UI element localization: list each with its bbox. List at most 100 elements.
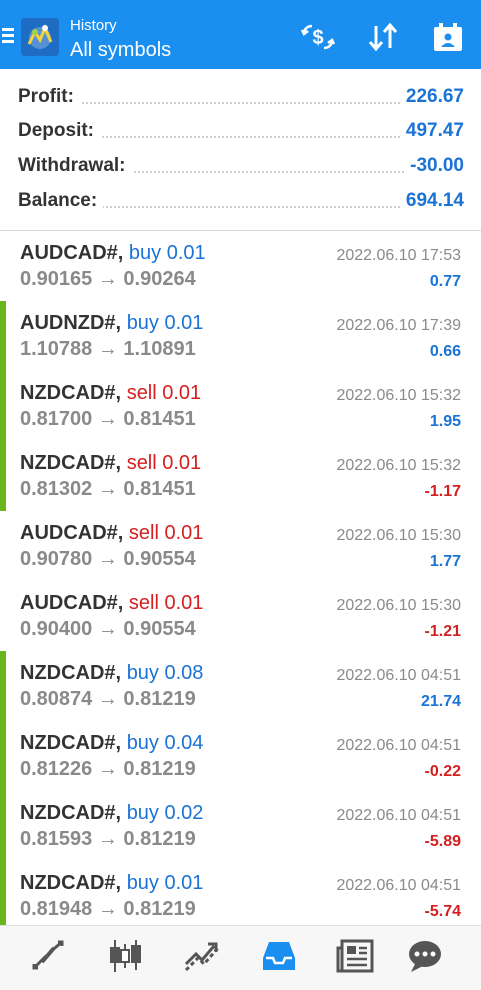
- trade-symbol: NZDCAD#, buy 0.02: [20, 802, 203, 825]
- history-summary: Profit: 226.67 Deposit: 497.47 Withdrawa…: [0, 69, 481, 231]
- trade-symbol: AUDNZD#, buy 0.01: [20, 312, 203, 335]
- symbol-name: NZDCAD#,: [20, 452, 122, 474]
- trade-marker: [0, 721, 6, 791]
- summary-label: Balance:: [18, 190, 104, 212]
- trade-marker: [0, 371, 6, 441]
- trade-time: 2022.06.10 15:30: [336, 527, 461, 544]
- trade-action: buy 0.02: [126, 802, 204, 824]
- summary-row-deposit: Deposit: 497.47: [18, 120, 464, 146]
- trade-time: 2022.06.10 15:32: [336, 387, 461, 404]
- trade-prices: 0.81593 → 0.81219: [20, 828, 196, 850]
- trade-prices: 0.81948 → 0.81219: [20, 898, 196, 920]
- trade-symbol: NZDCAD#, sell 0.01: [20, 452, 201, 475]
- trade-profit: 1.95: [429, 413, 461, 430]
- chart-icon[interactable]: [105, 938, 145, 974]
- summary-label: Withdrawal:: [18, 155, 132, 177]
- trade-prices: 1.10788 → 1.10891: [20, 338, 196, 360]
- summary-row-profit: Profit: 226.67: [18, 86, 464, 112]
- svg-text:$: $: [312, 27, 323, 49]
- trade-symbol: NZDCAD#, sell 0.01: [20, 382, 201, 405]
- trade-time: 2022.06.10 04:51: [336, 667, 461, 684]
- symbol-name: AUDNZD#,: [20, 312, 122, 334]
- symbol-name: NZDCAD#,: [20, 872, 122, 894]
- trade-time: 2022.06.10 15:32: [336, 457, 461, 474]
- trade-profit: -5.89: [424, 833, 461, 850]
- trade-profit: -1.21: [424, 623, 461, 640]
- trade-symbol: NZDCAD#, buy 0.08: [20, 662, 203, 685]
- trade-profit: 0.66: [429, 343, 461, 360]
- currency-exchange-icon[interactable]: $: [300, 22, 336, 52]
- summary-value: 694.14: [399, 190, 464, 212]
- trade-row[interactable]: NZDCAD#, buy 0.08 0.80874 → 0.81219 2022.0…: [0, 651, 481, 722]
- sort-icon[interactable]: [366, 22, 402, 52]
- chat-icon[interactable]: [405, 938, 445, 974]
- trade-time: 2022.06.10 17:39: [336, 317, 461, 334]
- trade-row[interactable]: AUDNZD#, buy 0.01 1.10788 → 1.10891 2022.0…: [0, 301, 481, 372]
- trade-prices: 0.80874 → 0.81219: [20, 688, 196, 710]
- trade-action: buy 0.01: [128, 242, 206, 264]
- trade-time: 2022.06.10 15:30: [336, 597, 461, 614]
- trade-marker: [0, 861, 6, 931]
- symbol-name: AUDCAD#,: [20, 592, 124, 614]
- trade-profit: 21.74: [420, 693, 461, 710]
- app-logo-icon: [21, 18, 59, 56]
- calendar-icon[interactable]: [430, 22, 466, 52]
- trade-prices: 0.81302 → 0.81451: [20, 478, 196, 500]
- history-icon[interactable]: [259, 938, 299, 974]
- trade-action: buy 0.08: [126, 662, 204, 684]
- top-app-bar: History All symbols $: [0, 0, 481, 69]
- trade-row[interactable]: NZDCAD#, buy 0.01 0.81948 → 0.81219 2022.0…: [0, 861, 481, 932]
- trade-icon[interactable]: [182, 938, 222, 974]
- trade-profit: -5.74: [424, 903, 461, 920]
- trade-symbol: AUDCAD#, sell 0.01: [20, 522, 203, 545]
- trade-row[interactable]: AUDCAD#, buy 0.01 0.90165 → 0.90264 2022.0…: [0, 231, 481, 302]
- trade-symbol: NZDCAD#, buy 0.04: [20, 732, 203, 755]
- trade-time: 2022.06.10 04:51: [336, 877, 461, 894]
- trade-prices: 0.81226 → 0.81219: [20, 758, 196, 780]
- summary-value: -30.00: [404, 155, 464, 177]
- menu-icon[interactable]: [2, 28, 14, 44]
- trade-action: buy 0.01: [126, 872, 204, 894]
- trade-action: sell 0.01: [126, 382, 202, 404]
- summary-label: Deposit:: [18, 120, 100, 142]
- trade-prices: 0.90400 → 0.90554: [20, 618, 196, 640]
- trade-profit: 0.77: [429, 273, 461, 290]
- bottom-navigation: [0, 925, 481, 990]
- symbol-name: AUDCAD#,: [20, 522, 124, 544]
- summary-value: 226.67: [399, 86, 464, 108]
- trade-row[interactable]: NZDCAD#, buy 0.04 0.81226 → 0.81219 2022.0…: [0, 721, 481, 792]
- screen-title[interactable]: All symbols: [70, 39, 171, 62]
- trade-symbol: AUDCAD#, sell 0.01: [20, 592, 203, 615]
- summary-row-balance: Balance: 694.14: [18, 190, 464, 216]
- trade-prices: 0.90780 → 0.90554: [20, 548, 196, 570]
- trade-marker: [0, 441, 6, 511]
- trade-prices: 0.90165 → 0.90264: [20, 268, 196, 290]
- trade-row[interactable]: NZDCAD#, buy 0.02 0.81593 → 0.81219 2022.0…: [0, 791, 481, 862]
- trade-row[interactable]: AUDCAD#, sell 0.01 0.90400 → 0.90554 2022.…: [0, 581, 481, 652]
- trade-row[interactable]: AUDCAD#, sell 0.01 0.90780 → 0.90554 2022.…: [0, 511, 481, 582]
- trade-action: sell 0.01: [128, 522, 204, 544]
- trade-marker: [0, 651, 6, 721]
- trade-time: 2022.06.10 04:51: [336, 737, 461, 754]
- trade-prices: 0.81700 → 0.81451: [20, 408, 196, 430]
- trade-action: sell 0.01: [126, 452, 202, 474]
- trade-time: 2022.06.10 17:53: [336, 247, 461, 264]
- trade-symbol: NZDCAD#, buy 0.01: [20, 872, 203, 895]
- trade-marker: [0, 301, 6, 371]
- symbol-name: NZDCAD#,: [20, 662, 122, 684]
- trade-profit: -0.22: [424, 763, 461, 780]
- trade-action: buy 0.01: [126, 312, 204, 334]
- trade-time: 2022.06.10 04:51: [336, 807, 461, 824]
- trade-row[interactable]: NZDCAD#, sell 0.01 0.81302 → 0.81451 2022.…: [0, 441, 481, 512]
- news-icon[interactable]: [336, 938, 376, 974]
- symbol-name: NZDCAD#,: [20, 802, 122, 824]
- symbol-name: NZDCAD#,: [20, 732, 122, 754]
- trade-profit: 1.77: [429, 553, 461, 570]
- trade-profit: -1.17: [424, 483, 461, 500]
- symbol-name: AUDCAD#,: [20, 242, 124, 264]
- trade-marker: [0, 791, 6, 861]
- trade-row[interactable]: NZDCAD#, sell 0.01 0.81700 → 0.81451 2022.…: [0, 371, 481, 442]
- quotes-icon[interactable]: [28, 938, 68, 974]
- summary-label: Profit:: [18, 86, 80, 108]
- trade-symbol: AUDCAD#, buy 0.01: [20, 242, 206, 265]
